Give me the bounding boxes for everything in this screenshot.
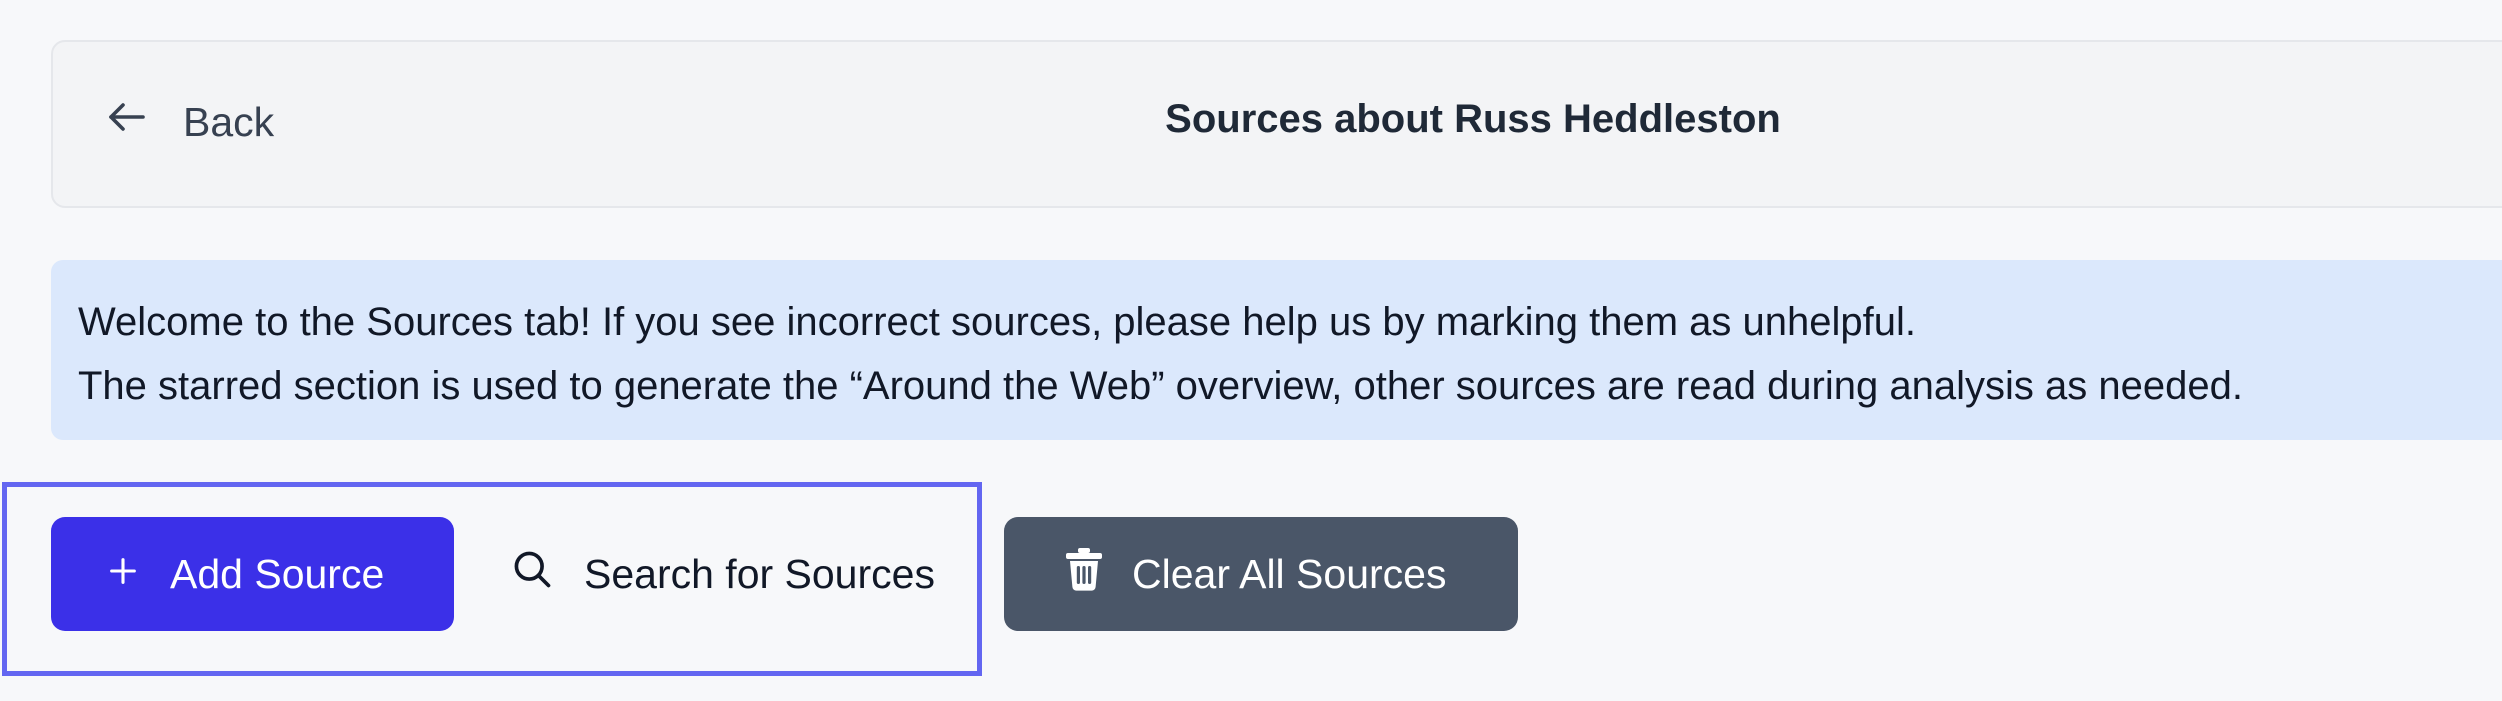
add-source-button[interactable]: Add Source xyxy=(51,517,454,631)
clear-all-sources-button[interactable]: Clear All Sources xyxy=(1004,517,1518,631)
trash-icon xyxy=(1064,547,1104,601)
page-title: Sources about Russ Heddleston xyxy=(1165,97,1781,141)
search-sources-button[interactable]: Search for Sources xyxy=(505,517,975,631)
add-source-label: Add Source xyxy=(170,550,385,597)
banner-line-2: The starred section is used to generate … xyxy=(78,364,2243,408)
banner-line-1: Welcome to the Sources tab! If you see i… xyxy=(78,300,1916,344)
page-header: Back Sources about Russ Heddleston xyxy=(51,40,2502,208)
search-icon xyxy=(510,547,554,601)
info-banner: Welcome to the Sources tab! If you see i… xyxy=(51,260,2502,440)
search-sources-label: Search for Sources xyxy=(584,550,935,597)
clear-all-sources-label: Clear All Sources xyxy=(1132,550,1447,597)
plus-icon xyxy=(106,551,140,598)
